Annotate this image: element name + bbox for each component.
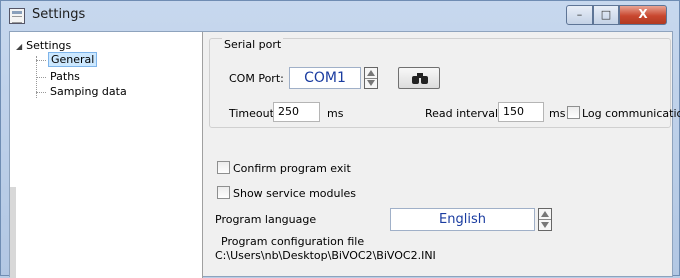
tree-item-label: Paths: [50, 70, 80, 83]
log-communication-checkbox[interactable]: [567, 106, 580, 119]
confirm-exit-label: Confirm program exit: [233, 162, 351, 175]
service-modules-checkbox[interactable]: [217, 186, 230, 199]
com-port-spinner[interactable]: [364, 67, 378, 89]
com-port-field[interactable]: COM1: [289, 67, 361, 89]
tree-item-paths[interactable]: Paths: [36, 70, 82, 83]
window-app-icon: [9, 8, 25, 24]
read-interval-unit: ms: [549, 107, 566, 120]
tree-root-settings[interactable]: ◢ Settings: [16, 39, 71, 52]
program-language-field[interactable]: English: [390, 208, 535, 231]
read-interval-label: Read interval:: [425, 107, 502, 120]
program-language-spinner[interactable]: [538, 208, 552, 231]
collapse-arrow-icon[interactable]: ◢: [16, 42, 22, 51]
read-interval-input[interactable]: 150: [498, 102, 544, 122]
title-bar[interactable]: Settings – □ X: [1, 1, 679, 31]
minimize-button[interactable]: –: [566, 5, 593, 25]
confirm-exit-checkbox[interactable]: [217, 161, 230, 174]
general-settings-panel: Serial port COM Port: COM1 Timeout: 250 …: [204, 32, 680, 278]
tree-root-label: Settings: [26, 39, 72, 52]
find-ports-button[interactable]: [398, 67, 440, 89]
timeout-input[interactable]: 250: [273, 102, 320, 122]
tree-item-label: Samping data: [50, 85, 127, 98]
program-language-label: Program language: [215, 213, 317, 226]
settings-window: Settings – □ X ◢ Settings General Paths S…: [0, 0, 680, 278]
serial-port-group-title: Serial port: [222, 38, 284, 51]
log-communication-label: Log communication: [582, 107, 680, 120]
window-title: Settings: [32, 7, 86, 22]
config-file-title: Program configuration file: [221, 235, 365, 248]
com-port-label: COM Port:: [229, 72, 284, 85]
timeout-label: Timeout:: [229, 107, 278, 120]
tree-scrollbar[interactable]: [10, 187, 16, 278]
service-modules-label: Show service modules: [233, 187, 357, 200]
tree-item-sampling-data[interactable]: Samping data: [36, 85, 129, 98]
settings-tree[interactable]: ◢ Settings General Paths Samping data: [10, 32, 203, 278]
settings-client-area: ◢ Settings General Paths Samping data Ser…: [9, 31, 680, 278]
binoculars-icon: [412, 73, 428, 84]
maximize-button[interactable]: □: [593, 5, 619, 25]
tree-item-general[interactable]: General: [36, 52, 98, 67]
close-button[interactable]: X: [619, 5, 667, 25]
config-file-path: C:\Users\nb\Desktop\BiVOC2\BiVOC2.INI: [215, 249, 436, 262]
timeout-unit: ms: [327, 107, 344, 120]
tree-item-label: General: [48, 52, 98, 67]
